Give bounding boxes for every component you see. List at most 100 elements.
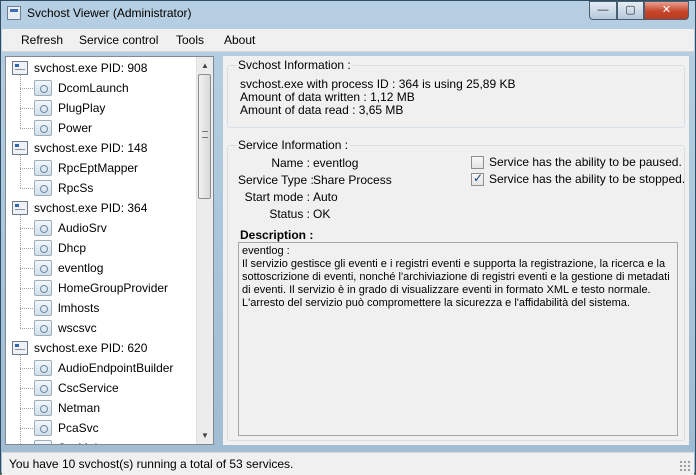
process-icon bbox=[12, 341, 28, 355]
tree-item-label: PlugPlay bbox=[58, 101, 106, 115]
service-icon bbox=[34, 180, 52, 196]
tree-node-svchost[interactable]: svchost.exe PID: 148 bbox=[6, 138, 196, 158]
service-info-title: Service Information : bbox=[236, 138, 351, 152]
tree-item-label: Dhcp bbox=[58, 241, 87, 255]
service-icon bbox=[34, 420, 52, 436]
tree-connector bbox=[20, 328, 33, 329]
svchost-memory-usage: svchost.exe with process ID : 364 is usi… bbox=[240, 77, 516, 91]
tree-item-service[interactable]: AudioEndpointBuilder bbox=[6, 358, 196, 378]
start-mode-label: Start mode : bbox=[244, 190, 310, 204]
stop-checkbox[interactable] bbox=[471, 171, 484, 186]
tree-item-service[interactable]: DcomLaunch bbox=[6, 78, 196, 98]
tree-node-label: svchost.exe PID: 908 bbox=[34, 61, 148, 75]
tree-item-service[interactable]: HomeGroupProvider bbox=[6, 278, 196, 298]
close-button[interactable]: ✕ bbox=[644, 1, 689, 20]
tree-item-service[interactable]: AudioSrv bbox=[6, 218, 196, 238]
app-icon bbox=[7, 6, 21, 20]
tree-connector bbox=[20, 188, 33, 189]
svchost-tree[interactable]: ▲ ▼ svchost.exe PID: 908 DcomLaunch PlugPl… bbox=[5, 56, 214, 445]
service-info-group: Service Information : Name : eventlog Se… bbox=[227, 138, 686, 441]
service-icon bbox=[34, 240, 52, 256]
tree-item-service[interactable]: Dhcp bbox=[6, 238, 196, 258]
tree-connector bbox=[20, 215, 21, 328]
tree-item-label: DcomLaunch bbox=[58, 81, 129, 95]
tree-node-svchost[interactable]: svchost.exe PID: 908 bbox=[6, 58, 196, 78]
svchost-info-title: Svchost Information : bbox=[236, 58, 353, 72]
tree-connector bbox=[20, 108, 33, 109]
status-bar: You have 10 svchost(s) running a total o… bbox=[2, 452, 694, 475]
description-service-name: eventlog : bbox=[242, 245, 290, 257]
tree-item-service[interactable]: RpcEptMapper bbox=[6, 158, 196, 178]
tree-connector bbox=[20, 355, 21, 444]
process-icon bbox=[12, 141, 28, 155]
scroll-up-arrow-icon[interactable]: ▲ bbox=[197, 57, 213, 74]
title-bar[interactable]: Svchost Viewer (Administrator) — ▢ ✕ bbox=[1, 1, 695, 27]
scroll-thumb[interactable] bbox=[198, 74, 211, 199]
svchost-info-group: Svchost Information : svchost.exe with p… bbox=[227, 58, 685, 128]
tree-node-label: svchost.exe PID: 364 bbox=[34, 201, 148, 215]
tree-item-label: SysMain bbox=[58, 438, 104, 444]
tree-item-label: HomeGroupProvider bbox=[58, 281, 169, 295]
minimize-button[interactable]: — bbox=[589, 1, 617, 20]
pause-checkbox[interactable] bbox=[471, 156, 484, 169]
tree-item-service[interactable]: PcaSvc bbox=[6, 418, 196, 438]
service-icon bbox=[34, 120, 52, 136]
tree-item-service[interactable]: CscService bbox=[6, 378, 196, 398]
description-box[interactable]: eventlog : Il servizio gestisce gli even… bbox=[238, 242, 678, 436]
service-name-value: eventlog bbox=[313, 156, 359, 170]
tree-item-service[interactable]: Power bbox=[6, 118, 196, 138]
stop-checkbox-label: Service has the ability to be stopped. bbox=[489, 172, 686, 186]
service-icon bbox=[34, 380, 52, 396]
maximize-button[interactable]: ▢ bbox=[617, 1, 644, 20]
tree-item-service[interactable]: eventlog bbox=[6, 258, 196, 278]
tree-connector bbox=[20, 288, 33, 289]
service-icon bbox=[34, 280, 52, 296]
tree-item-service[interactable]: PlugPlay bbox=[6, 98, 196, 118]
app-window: Svchost Viewer (Administrator) — ▢ ✕ Ref… bbox=[0, 0, 696, 475]
tree-item-label: Netman bbox=[58, 401, 101, 415]
tree-node-svchost[interactable]: svchost.exe PID: 620 bbox=[6, 338, 196, 358]
menu-about[interactable]: About bbox=[224, 33, 255, 47]
service-type-label: Service Type : bbox=[238, 173, 314, 187]
tree-item-label: PcaSvc bbox=[58, 421, 99, 435]
menu-refresh[interactable]: Refresh bbox=[21, 33, 63, 47]
service-icon bbox=[34, 400, 52, 416]
menu-bar: Refresh Service control Tools About bbox=[2, 29, 694, 52]
tree-item-label: Power bbox=[58, 121, 93, 135]
tree-item-label: lmhosts bbox=[58, 301, 100, 315]
details-pane: Svchost Information : svchost.exe with p… bbox=[223, 56, 689, 445]
tree-node-label: svchost.exe PID: 148 bbox=[34, 141, 148, 155]
tree-item-service[interactable]: lmhosts bbox=[6, 298, 196, 318]
service-icon bbox=[34, 80, 52, 96]
service-icon bbox=[34, 100, 52, 116]
process-icon bbox=[12, 61, 28, 75]
pause-checkbox-label: Service has the ability to be paused. bbox=[489, 155, 682, 169]
service-icon bbox=[34, 320, 52, 336]
tree-node-svchost[interactable]: svchost.exe PID: 364 bbox=[6, 198, 196, 218]
tree-item-service[interactable]: RpcSs bbox=[6, 178, 196, 198]
tree-connector bbox=[20, 88, 33, 89]
description-label: Description : bbox=[240, 228, 314, 242]
tree-connector bbox=[20, 168, 33, 169]
status-value: OK bbox=[313, 207, 331, 221]
tree-connector bbox=[20, 388, 33, 389]
tree-connector bbox=[20, 308, 33, 309]
service-icon bbox=[34, 360, 52, 376]
tree-item-label: RpcSs bbox=[58, 181, 94, 195]
start-mode-value: Auto bbox=[313, 190, 338, 204]
tree-item-label: eventlog bbox=[58, 261, 104, 275]
menu-service-control[interactable]: Service control bbox=[79, 33, 158, 47]
tree-connector bbox=[20, 408, 33, 409]
tree-item-label: RpcEptMapper bbox=[58, 161, 139, 175]
menu-tools[interactable]: Tools bbox=[176, 33, 204, 47]
resize-grip-icon[interactable] bbox=[679, 460, 691, 472]
tree-item-service[interactable]: wscsvc bbox=[6, 318, 196, 338]
tree-connector bbox=[20, 128, 33, 129]
tree-item-service[interactable]: Netman bbox=[6, 398, 196, 418]
tree-item-service[interactable]: SysMain bbox=[6, 438, 196, 444]
window-title: Svchost Viewer (Administrator) bbox=[27, 6, 192, 20]
scroll-down-arrow-icon[interactable]: ▼ bbox=[197, 427, 213, 444]
tree-scrollbar[interactable]: ▲ ▼ bbox=[196, 57, 213, 444]
service-icon bbox=[34, 220, 52, 236]
grip-icon bbox=[202, 131, 208, 138]
